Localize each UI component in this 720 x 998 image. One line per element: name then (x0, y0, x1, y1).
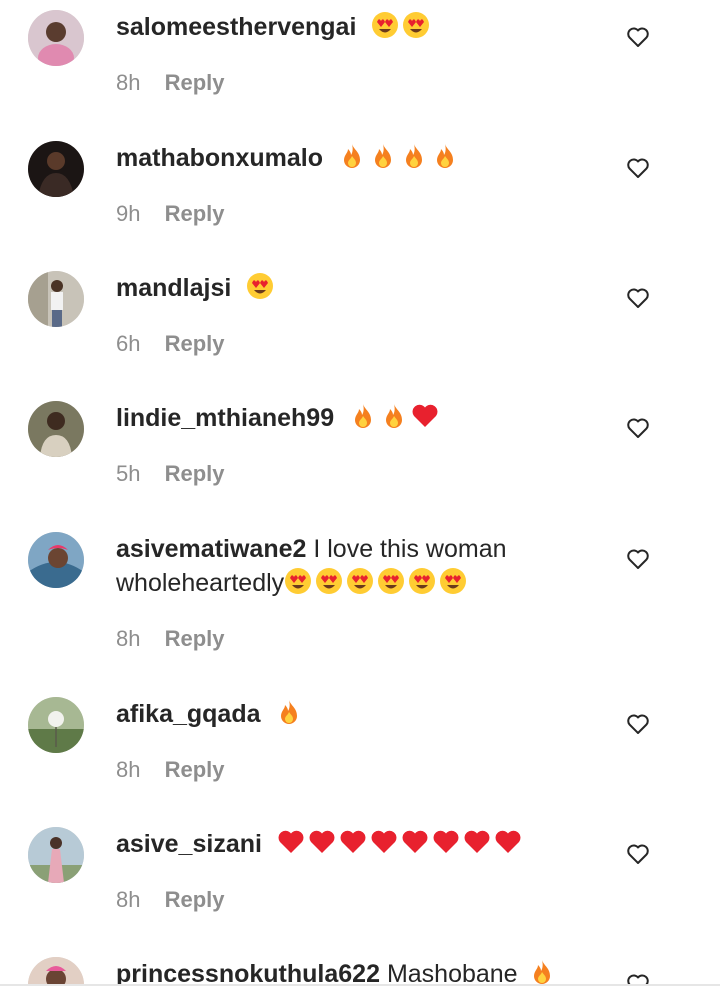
timestamp: 8h (116, 757, 141, 782)
username[interactable]: asive_sizani (116, 830, 262, 858)
heart-outline-icon[interactable] (626, 287, 650, 309)
comment-text: mandlajsi (116, 271, 576, 305)
timestamp: 8h (116, 626, 141, 651)
fire-emoji-icon (338, 142, 366, 170)
comment-text: salomeesthervengai (116, 10, 576, 44)
heart-eyes-emoji-icon (346, 567, 374, 595)
fire-emoji-icon (431, 142, 459, 170)
red-heart-emoji-icon (401, 828, 429, 856)
heart-eyes-emoji-icon (408, 567, 436, 595)
comment-meta: 6h Reply (116, 331, 225, 357)
comment-text: mathabonxumalo (116, 141, 576, 175)
username[interactable]: lindie_mthianeh99 (116, 404, 334, 432)
timestamp: 5h (116, 461, 141, 486)
heart-eyes-emoji-icon (439, 567, 467, 595)
comment-meta: 5h Reply (116, 461, 225, 487)
fire-emoji-icon (275, 698, 303, 726)
username[interactable]: mandlajsi (116, 274, 231, 302)
avatar[interactable] (28, 957, 84, 986)
comment-text: asive_sizani (116, 827, 576, 861)
comment-text: asivematiwane2 I love this woman wholehe… (116, 532, 576, 600)
heart-eyes-emoji-icon (284, 567, 312, 595)
heart-outline-icon[interactable] (626, 417, 650, 439)
heart-outline-icon[interactable] (626, 843, 650, 865)
red-heart-emoji-icon (494, 828, 522, 856)
heart-outline-icon[interactable] (626, 713, 650, 735)
red-heart-emoji-icon (370, 828, 398, 856)
username[interactable]: afika_gqada (116, 700, 261, 728)
avatar[interactable] (28, 697, 84, 753)
reply-button[interactable]: Reply (165, 331, 225, 356)
heart-outline-icon[interactable] (626, 26, 650, 48)
heart-eyes-emoji-icon (377, 567, 405, 595)
timestamp: 8h (116, 887, 141, 912)
timestamp: 8h (116, 70, 141, 95)
avatar[interactable] (28, 532, 84, 588)
avatar[interactable] (28, 401, 84, 457)
reply-button[interactable]: Reply (165, 757, 225, 782)
heart-eyes-emoji-icon (246, 272, 274, 300)
fire-emoji-icon (528, 958, 556, 986)
reply-button[interactable]: Reply (165, 887, 225, 912)
fire-emoji-icon (349, 402, 377, 430)
comment-item: princessnokuthula622 Mashobane (0, 957, 720, 986)
reply-button[interactable]: Reply (165, 201, 225, 226)
reply-button[interactable]: Reply (165, 70, 225, 95)
comment-meta: 8h Reply (116, 757, 225, 783)
username[interactable]: asivematiwane2 (116, 535, 306, 563)
red-heart-emoji-icon (432, 828, 460, 856)
reply-button[interactable]: Reply (165, 626, 225, 651)
heart-eyes-emoji-icon (371, 11, 399, 39)
comment-meta: 8h Reply (116, 626, 225, 652)
red-heart-emoji-icon (308, 828, 336, 856)
red-heart-emoji-icon (339, 828, 367, 856)
fire-emoji-icon (369, 142, 397, 170)
comment-text: lindie_mthianeh99 (116, 401, 576, 435)
timestamp: 6h (116, 331, 141, 356)
comment-body: Mashobane (386, 960, 518, 986)
reply-button[interactable]: Reply (165, 461, 225, 486)
timestamp: 9h (116, 201, 141, 226)
avatar[interactable] (28, 141, 84, 197)
fire-emoji-icon (400, 142, 428, 170)
heart-eyes-emoji-icon (402, 11, 430, 39)
comment-text: princessnokuthula622 Mashobane (116, 957, 576, 986)
avatar[interactable] (28, 271, 84, 327)
username[interactable]: mathabonxumalo (116, 144, 323, 172)
avatar[interactable] (28, 827, 84, 883)
comment-text: afika_gqada (116, 697, 576, 731)
heart-eyes-emoji-icon (315, 567, 343, 595)
avatar[interactable] (28, 10, 84, 66)
fire-emoji-icon (380, 402, 408, 430)
comment-meta: 9h Reply (116, 201, 225, 227)
red-heart-emoji-icon (411, 402, 439, 430)
heart-outline-icon[interactable] (626, 548, 650, 570)
comment-meta: 8h Reply (116, 70, 225, 96)
comment-meta: 8h Reply (116, 887, 225, 913)
bottom-divider (0, 984, 720, 986)
heart-outline-icon[interactable] (626, 157, 650, 179)
username[interactable]: salomeesthervengai (116, 13, 356, 41)
username[interactable]: princessnokuthula622 (116, 960, 380, 986)
red-heart-emoji-icon (277, 828, 305, 856)
red-heart-emoji-icon (463, 828, 491, 856)
